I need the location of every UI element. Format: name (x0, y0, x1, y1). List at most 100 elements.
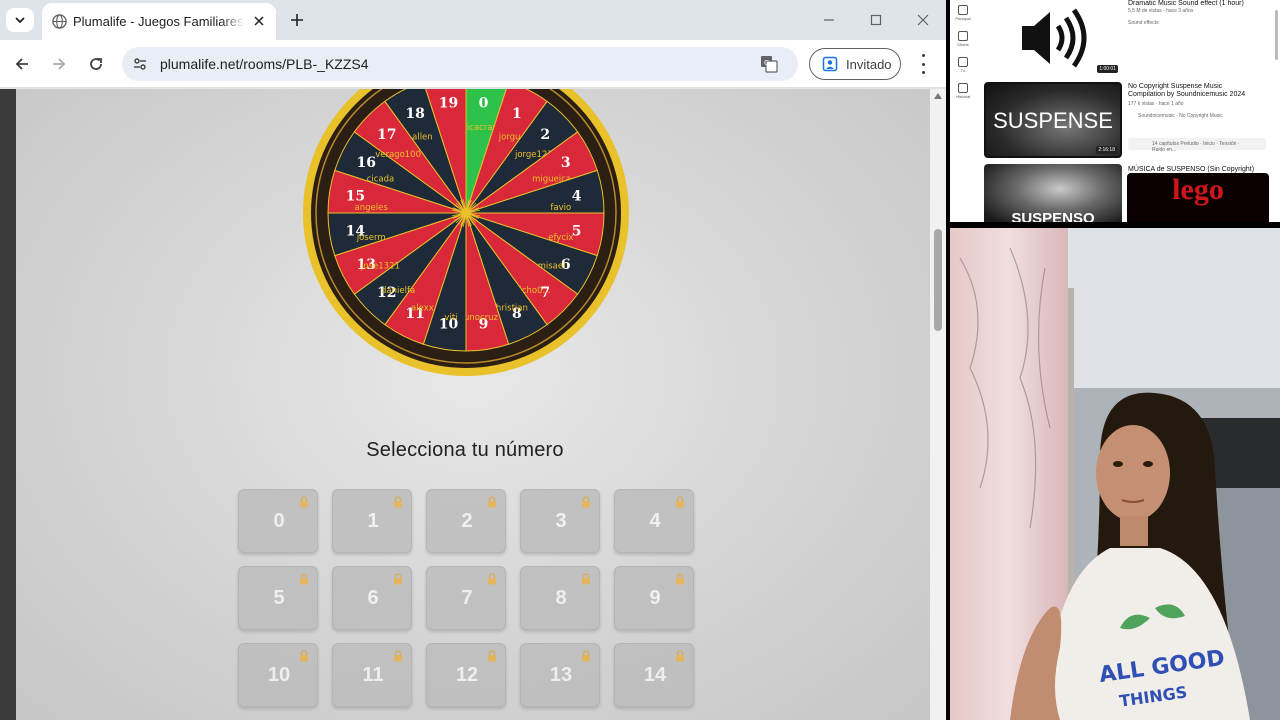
chapters-row[interactable]: 14 capítulos Preludio · Inicio · Tensión… (1128, 138, 1266, 153)
sidebar-label: Principal (955, 16, 971, 21)
number-button-label: 0 (273, 510, 285, 532)
number-button[interactable]: 14 (614, 643, 694, 707)
tab-close-button[interactable] (250, 12, 268, 30)
wheel-number: 0 (479, 95, 489, 111)
history-icon[interactable] (958, 83, 968, 93)
wheel-player-name: danielfa (381, 286, 415, 296)
number-button[interactable]: 0 (238, 489, 318, 553)
right-panel: Principal Shorts Tú Historial 1:00:01 Dr… (950, 0, 1280, 720)
video-thumbnail[interactable]: SUSPENSO (984, 164, 1122, 222)
lock-icon (582, 650, 590, 662)
arrow-right-icon (53, 58, 66, 70)
menu-dot-icon (921, 54, 925, 57)
wheel-player-name: allen (412, 132, 433, 142)
video-thumbnail[interactable]: lego (1127, 173, 1269, 222)
plus-icon (291, 14, 303, 26)
lock-icon (676, 650, 684, 662)
translate-icon[interactable]: G (760, 55, 778, 73)
video-channel[interactable]: Sound effects (1128, 20, 1268, 26)
lock-icon (394, 650, 402, 662)
wheel-number: 3 (561, 155, 571, 171)
tab-strip: Plumalife - Juegos Familiares a distanci… (0, 0, 946, 40)
browser-menu-button[interactable] (914, 54, 932, 74)
wheel-player-name: cicada (367, 174, 395, 184)
tab-plumalife[interactable]: Plumalife - Juegos Familiares a distanci… (42, 3, 276, 40)
address-bar[interactable]: plumalife.net/rooms/PLB-_KZZS4 G (122, 47, 798, 81)
wheel-player-name: viti (444, 313, 457, 323)
sidebar-label: Historial (955, 94, 971, 99)
site-info-icon[interactable] (132, 56, 148, 72)
browser-toolbar: plumalife.net/rooms/PLB-_KZZS4 G Invitad… (0, 40, 946, 88)
minimize-button[interactable] (817, 9, 841, 31)
number-button[interactable]: 8 (520, 566, 600, 630)
youtube-scrollbar[interactable] (1275, 10, 1278, 60)
number-button-label: 1 (367, 510, 379, 532)
video-title[interactable]: No Copyright Suspense Music Compilation … (1128, 83, 1258, 99)
number-button[interactable]: 4 (614, 489, 694, 553)
youtube-sidebar: Principal Shorts Tú Historial (950, 0, 976, 222)
number-button[interactable]: 12 (426, 643, 506, 707)
number-button[interactable]: 2 (426, 489, 506, 553)
wheel-player-name: jorgu (498, 132, 521, 142)
video-channel[interactable]: Soundnicemusic · No Copyright Music (1138, 113, 1268, 119)
browser-window: Plumalife - Juegos Familiares a distanci… (0, 0, 946, 720)
game-page: 0 monicacraniotu 1 jorgu 2 jorge123 3 migueica 4… (16, 89, 930, 720)
number-button[interactable]: 6 (332, 566, 412, 630)
page-viewport: 0 monicacraniotu 1 jorgu 2 jorge123 3 migueica 4… (0, 89, 946, 720)
roulette-wheel-graphic: 0monicacraniotu1jorgu 2jorge1233migueica4… (303, 89, 629, 376)
maximize-button[interactable] (864, 9, 888, 31)
webcam-feed: ALL GOOD THINGS (950, 228, 1280, 720)
window-close-button[interactable] (911, 9, 935, 31)
wheel-number: 17 (377, 127, 396, 143)
home-icon[interactable] (958, 5, 968, 15)
video-title[interactable]: Dramatic Music Sound effect (1 hour) (1128, 0, 1268, 8)
wheel-number: 18 (405, 106, 424, 122)
svg-text:G: G (764, 59, 769, 67)
you-icon[interactable] (958, 57, 968, 67)
roulette-wheel: 0 monicacraniotu 1 jorgu 2 jorge123 3 migueica 4… (302, 89, 630, 377)
tab-search-button[interactable] (6, 8, 34, 32)
number-button[interactable]: 7 (426, 566, 506, 630)
forward-button[interactable] (47, 52, 71, 76)
back-button[interactable] (10, 52, 34, 76)
number-button[interactable]: 9 (614, 566, 694, 630)
lock-icon (582, 573, 590, 585)
minimize-icon (824, 19, 834, 21)
video-meta: 5,5 M de vistas · hace 3 años (1128, 8, 1194, 14)
number-button[interactable]: 13 (520, 643, 600, 707)
number-button-label: 13 (549, 664, 573, 686)
number-button[interactable]: 1 (332, 489, 412, 553)
thumbnail-text: SUSPENSO (1011, 210, 1095, 222)
profile-button[interactable]: Invitado (809, 48, 901, 80)
video-duration: 1:00:01 (1097, 65, 1118, 73)
wheel-player-name: unocruz (464, 313, 499, 323)
video-thumbnail[interactable]: 1:00:01 (984, 0, 1122, 76)
shorts-icon[interactable] (958, 31, 968, 41)
page-scrollbar[interactable] (930, 89, 946, 720)
sidebar-label: Tú (960, 68, 966, 73)
number-button-label: 5 (273, 587, 285, 609)
globe-icon (52, 14, 67, 29)
number-button[interactable]: 10 (238, 643, 318, 707)
video-thumbnail[interactable]: SUSPENSE 2:16:18 (984, 82, 1122, 158)
wheel-player-name: favio (550, 203, 571, 213)
lock-icon (676, 573, 684, 585)
wheel-number: 1 (512, 106, 522, 122)
scrollbar-thumb[interactable] (934, 229, 942, 331)
number-button[interactable]: 3 (520, 489, 600, 553)
video-meta: 177 k vistas · hace 1 año (1128, 101, 1184, 107)
wheel-player-name: verago100 (375, 150, 421, 160)
reload-button[interactable] (84, 52, 108, 76)
lock-icon (394, 573, 402, 585)
number-button[interactable]: 11 (332, 643, 412, 707)
number-button-label: 3 (555, 510, 567, 532)
number-button-label: 4 (649, 510, 661, 532)
thumbnail-text: SUSPENSE (993, 108, 1113, 133)
close-icon (254, 16, 264, 26)
new-tab-button[interactable] (286, 9, 308, 31)
lock-icon (488, 650, 496, 662)
number-button[interactable]: 5 (238, 566, 318, 630)
wheel-hub (463, 210, 469, 216)
lock-icon (394, 496, 402, 508)
scroll-up-arrow-icon[interactable] (934, 93, 942, 99)
